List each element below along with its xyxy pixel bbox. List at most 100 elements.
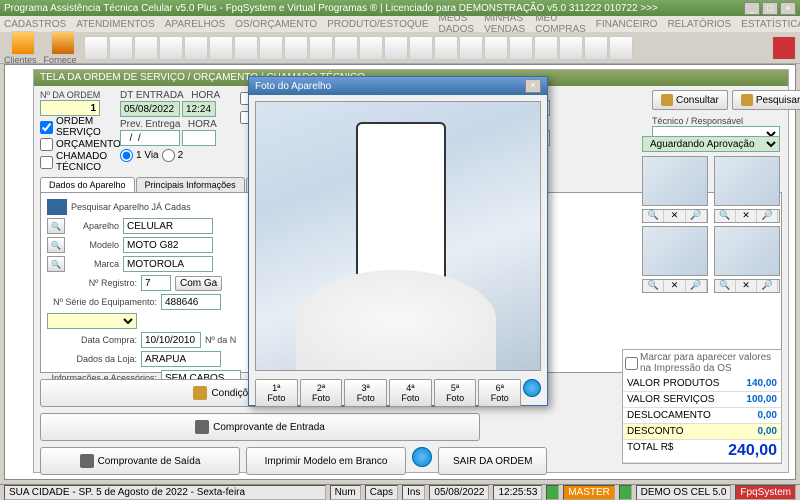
toolbar-button[interactable] [234, 36, 258, 60]
foto-aparelho-modal: Foto do Aparelho × 1ª Foto 2ª Foto 3ª Fot… [248, 76, 548, 406]
tab-dados-aparelho[interactable]: Dados do Aparelho [40, 177, 135, 192]
toolbar-button[interactable] [434, 36, 458, 60]
coin-icon [193, 386, 207, 400]
maximize-button[interactable]: □ [762, 2, 778, 15]
search-aparelho-button[interactable]: 🔍 [47, 218, 65, 234]
toolbar-clientes-icon[interactable] [11, 31, 35, 55]
marca-input[interactable] [123, 256, 213, 272]
tab-principais-info[interactable]: Principais Informações [136, 177, 245, 192]
toolbar-close-icon[interactable] [772, 36, 796, 60]
comprovante-entrada-button[interactable]: Comprovante de Entrada [40, 413, 480, 441]
comprovante-saida-button[interactable]: Comprovante de Saída [40, 447, 240, 475]
dt-entrada-input[interactable] [120, 101, 180, 117]
minimize-button[interactable]: _ [744, 2, 760, 15]
valor-servicos: 100,00 [746, 394, 777, 405]
close-button[interactable]: × [780, 2, 796, 15]
hr-prev-input[interactable] [182, 130, 216, 146]
thumb-4[interactable] [714, 226, 780, 276]
toolbar-button[interactable] [534, 36, 558, 60]
ordem-input[interactable] [40, 100, 100, 116]
menu-item[interactable]: FINANCEIRO [596, 19, 658, 30]
foto4-button[interactable]: 4ª Foto [389, 379, 432, 407]
modal-close-button[interactable]: × [525, 79, 541, 93]
search-modelo-button[interactable]: 🔍 [47, 237, 65, 253]
thumb-3-controls[interactable]: 🔍✕🔎 [642, 279, 708, 293]
aparelho-input[interactable] [123, 218, 213, 234]
via2-radio[interactable] [162, 149, 175, 162]
thumb-3[interactable] [642, 226, 708, 276]
toolbar-button[interactable] [409, 36, 433, 60]
hr-entrada-input[interactable] [182, 101, 216, 117]
consultar-button[interactable]: Consultar [652, 90, 728, 110]
menu-item[interactable]: MEUS DADOS [439, 13, 475, 35]
toolbar-button[interactable] [159, 36, 183, 60]
foto1-button[interactable]: 1ª Foto [255, 379, 298, 407]
printer-icon [80, 454, 94, 468]
nav-forward-icon[interactable] [412, 447, 432, 467]
foto-nav-icon[interactable] [523, 379, 541, 397]
total-rs: 240,00 [728, 442, 777, 460]
menu-item[interactable]: APARELHOS [165, 19, 225, 30]
toolbar-button[interactable] [209, 36, 233, 60]
toolbar-button[interactable] [309, 36, 333, 60]
toolbar-button[interactable] [184, 36, 208, 60]
marcar-impressao-check[interactable] [625, 357, 638, 370]
toolbar-button[interactable] [559, 36, 583, 60]
menu-item[interactable]: OS/ORÇAMENTO [235, 19, 317, 30]
foto2-button[interactable]: 2ª Foto [300, 379, 343, 407]
sair-ordem-button[interactable]: SAIR DA ORDEM [438, 447, 547, 475]
toolbar-button[interactable] [84, 36, 108, 60]
menubar: CADASTROS ATENDIMENTOS APARELHOS OS/ORÇA… [0, 16, 800, 32]
printer-icon [195, 420, 209, 434]
toolbar-button[interactable] [384, 36, 408, 60]
foto5-button[interactable]: 5ª Foto [434, 379, 477, 407]
ordem-label: Nº DA ORDEM [40, 90, 110, 100]
garantia-button[interactable]: Com Ga [175, 276, 222, 291]
datacompra-input[interactable] [141, 332, 201, 348]
modelo-input[interactable] [123, 237, 213, 253]
valor-produtos: 140,00 [746, 378, 777, 389]
toolbar-button[interactable] [109, 36, 133, 60]
foto3-button[interactable]: 3ª Foto [344, 379, 387, 407]
orcamento-check[interactable] [40, 138, 53, 151]
chamado-check[interactable] [40, 156, 53, 169]
toolbar-button[interactable] [334, 36, 358, 60]
thumb-2[interactable] [714, 156, 780, 206]
pesquisar-button[interactable]: Pesquisar [732, 90, 800, 110]
registro-input[interactable] [141, 275, 171, 291]
via1-radio[interactable] [120, 149, 133, 162]
toolbar-button[interactable] [459, 36, 483, 60]
toolbar-fornece-icon[interactable] [51, 31, 75, 55]
status-select[interactable]: Aguardando Aprovação [642, 136, 780, 152]
menu-item[interactable]: MINHAS VENDAS [484, 13, 525, 35]
totals-panel: Marcar para aparecer valores na Impressã… [622, 349, 782, 464]
toolbar-button[interactable] [359, 36, 383, 60]
menu-item[interactable]: ESTATÍSTICA [741, 19, 800, 30]
menu-item[interactable]: RELATÓRIOS [667, 19, 731, 30]
imprimir-branco-button[interactable]: Imprimir Modelo em Branco [246, 447, 406, 475]
device-icon [47, 199, 67, 215]
thumb-4-controls[interactable]: 🔍✕🔎 [714, 279, 780, 293]
toolbar-button[interactable] [584, 36, 608, 60]
toolbar-button[interactable] [284, 36, 308, 60]
toolbar-button[interactable] [259, 36, 283, 60]
thumb-1-controls[interactable]: 🔍✕🔎 [642, 209, 708, 223]
toolbar-button[interactable] [134, 36, 158, 60]
foto6-button[interactable]: 6ª Foto [478, 379, 521, 407]
search-marca-button[interactable]: 🔍 [47, 256, 65, 272]
menu-item[interactable]: CADASTROS [4, 19, 66, 30]
toolbar-button[interactable] [609, 36, 633, 60]
ordem-servico-check[interactable] [40, 121, 53, 134]
loja-input[interactable] [141, 351, 221, 367]
cor-select[interactable] [47, 313, 137, 329]
toolbar-button[interactable] [509, 36, 533, 60]
dt-prev-input[interactable] [120, 130, 180, 146]
thumb-2-controls[interactable]: 🔍✕🔎 [714, 209, 780, 223]
menu-item[interactable]: ATENDIMENTOS [76, 19, 155, 30]
menu-item[interactable]: MEU COMPRAS [535, 13, 586, 35]
menu-item[interactable]: PRODUTO/ESTOQUE [327, 19, 428, 30]
thumb-1[interactable] [642, 156, 708, 206]
toolbar-button[interactable] [484, 36, 508, 60]
modal-title: Foto do Aparelho [255, 81, 331, 92]
nserie-input[interactable] [161, 294, 221, 310]
